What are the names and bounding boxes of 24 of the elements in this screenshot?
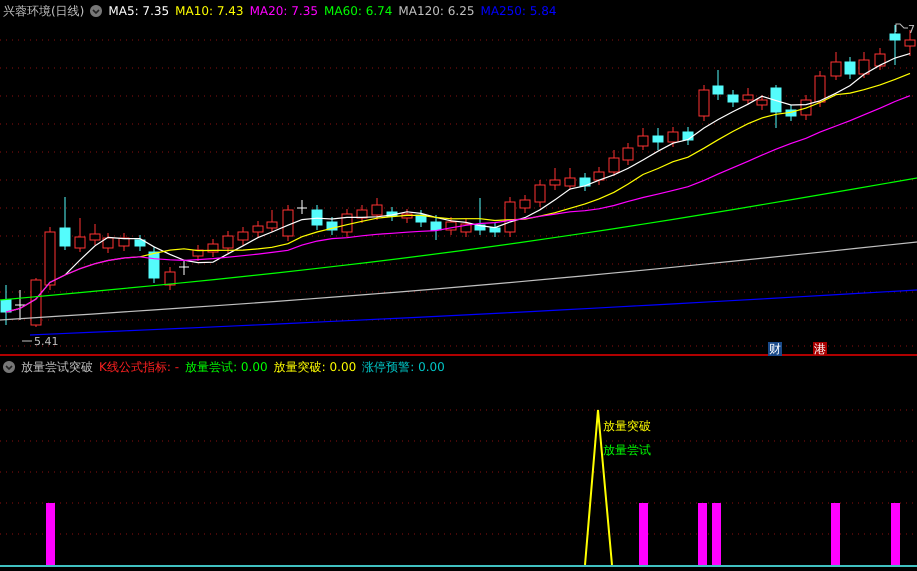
moving-average-legend: MA120: 6.25	[398, 4, 474, 18]
indicator-legend: 放量突破: 0.00	[274, 358, 356, 376]
signal-bar	[46, 503, 55, 565]
chevron-down-icon[interactable]	[3, 361, 15, 373]
signal-bar	[639, 503, 648, 565]
signal-bar	[831, 503, 840, 565]
signal-bar	[698, 503, 707, 565]
info-badge[interactable]: 港	[813, 342, 827, 356]
signal-label: 放量尝试	[603, 443, 651, 457]
moving-average-legend: MA20: 7.35	[250, 4, 318, 18]
chevron-down-icon[interactable]	[90, 5, 102, 17]
moving-average-legend: MA5: 7.35	[108, 4, 170, 18]
signal-label: 放量突破	[603, 419, 651, 433]
moving-average-legend: MA10: 7.43	[175, 4, 244, 18]
moving-average-legend: MA60: 6.74	[324, 4, 392, 18]
info-badge[interactable]: 财	[768, 342, 782, 356]
signal-bar	[891, 503, 900, 565]
moving-average-legend: MA250: 5.84	[480, 4, 557, 18]
indicator-legend: 涨停预警: 0.00	[362, 358, 445, 376]
indicator-title: 放量尝试突破	[21, 358, 93, 376]
signal-bar	[712, 503, 721, 565]
indicator-legend: 放量尝试: 0.00	[185, 358, 268, 376]
stock-title: 兴蓉环境(日线)	[3, 2, 84, 20]
indicator-legend: K线公式指标: -	[99, 358, 180, 376]
